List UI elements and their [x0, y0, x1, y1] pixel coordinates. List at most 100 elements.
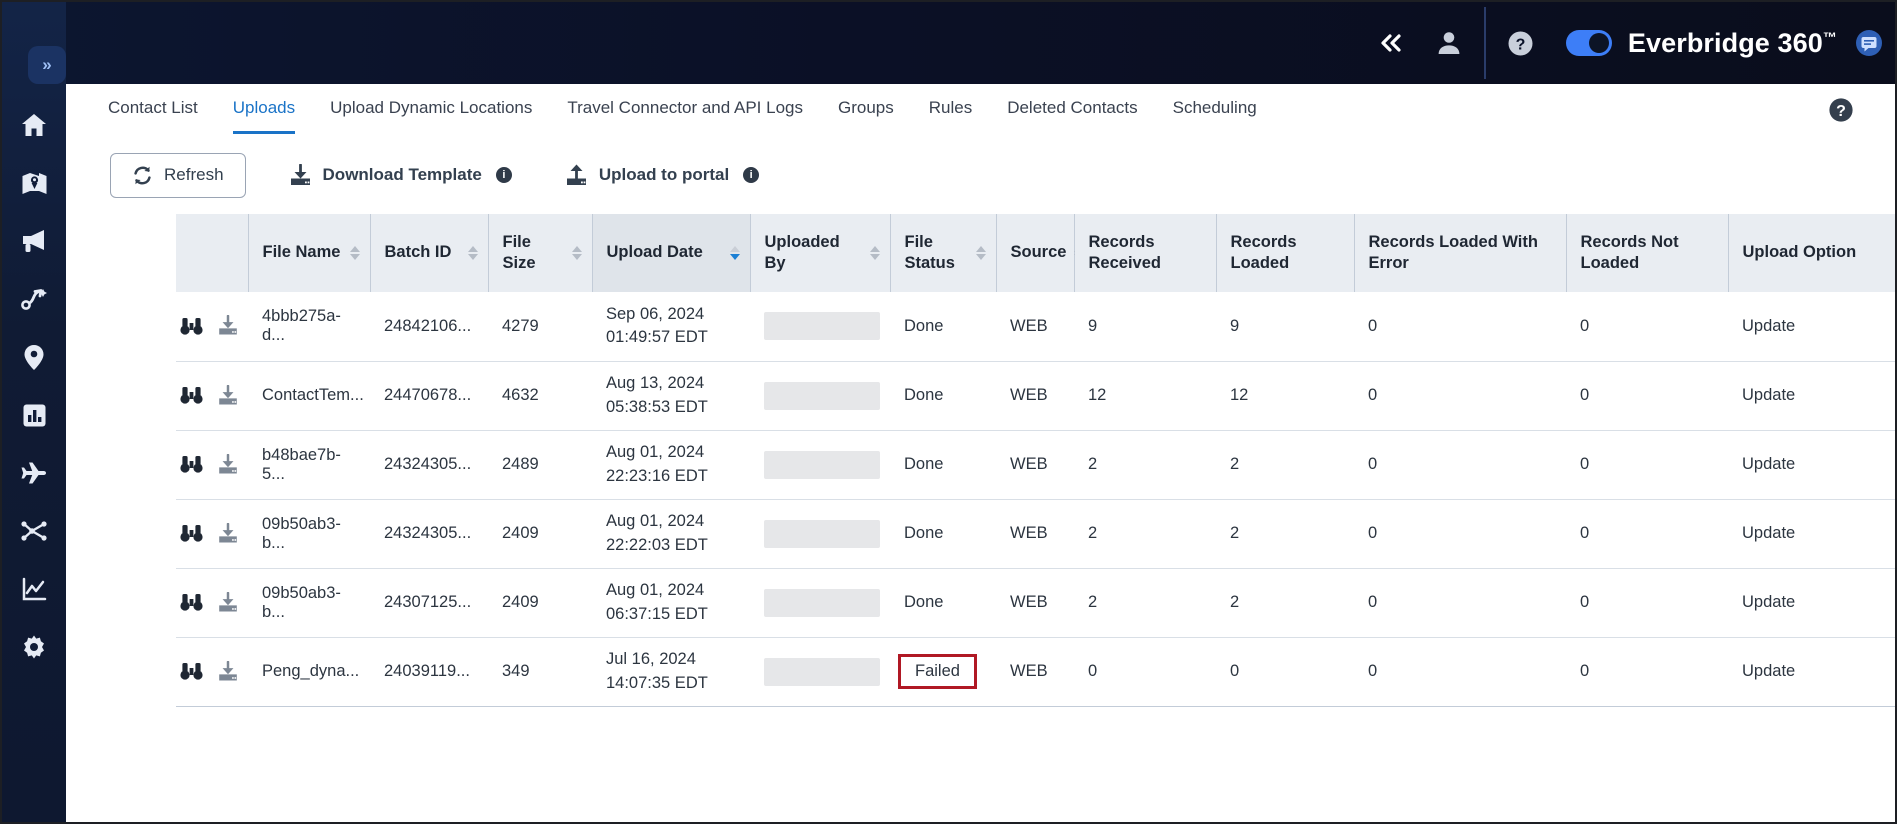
preview-binoculars-icon[interactable] [180, 386, 203, 405]
column-header-records-received: Records Received [1073, 214, 1216, 292]
gear-icon [21, 634, 47, 660]
tab-scheduling[interactable]: Scheduling [1173, 84, 1257, 134]
column-header-file-size[interactable]: File Size [487, 214, 592, 292]
sidebar-item-workflows[interactable] [12, 282, 56, 316]
download-file-icon[interactable] [217, 591, 239, 614]
tab-rules[interactable]: Rules [929, 84, 972, 134]
cell-file-name: 09b50ab3-b... [248, 499, 370, 569]
preview-binoculars-icon[interactable] [180, 524, 203, 543]
sort-toggle-file-name[interactable] [349, 245, 360, 260]
brand-trademark: ™ [1822, 28, 1837, 45]
download-file-icon[interactable] [217, 315, 239, 337]
table-row[interactable]: 09b50ab3-b... 24307125... 2409 Aug 01, 2024… [176, 568, 1895, 638]
left-sidebar: » [2, 2, 66, 822]
upload-date-time: 14:07:35 EDT [606, 673, 708, 692]
column-header-records-not-loaded: Records Not Loaded [1565, 214, 1728, 292]
upload-to-portal-info-icon[interactable]: i [743, 167, 760, 183]
sidebar-item-home[interactable] [12, 108, 56, 142]
sort-toggle-uploaded-by[interactable] [869, 246, 880, 260]
column-header-upload-date[interactable]: Upload Date [591, 214, 750, 292]
upload-date-time: 01:49:57 EDT [606, 328, 708, 347]
cell-file-name: 4bbb275a-d... [248, 292, 370, 362]
sidebar-item-analytics[interactable] [12, 572, 56, 606]
column-label-batch-id: Batch ID [384, 243, 452, 262]
table-row[interactable]: 09b50ab3-b... 24324305... 2409 Aug 01, 2024… [176, 499, 1895, 569]
cell-file-name: b48bae7b-5... [248, 430, 370, 500]
sidebar-item-notifications[interactable] [12, 224, 56, 258]
column-label-records-loaded-with-error: Records Loaded With Error [1368, 232, 1538, 272]
sidebar-item-map[interactable] [12, 166, 56, 200]
row-action-cell [176, 430, 248, 500]
uploads-table-container[interactable]: File Name Batch ID File Size Upload Date… [176, 214, 1895, 822]
column-header-batch-id[interactable]: Batch ID [369, 214, 488, 292]
column-header-upload-option[interactable]: Upload Option [1727, 214, 1895, 292]
cell-records-loaded: 0 [1216, 637, 1354, 707]
cell-uploaded-by [750, 361, 890, 431]
table-row[interactable]: ContactTem... 24470678... 4632 Aug 13, 2024… [176, 361, 1895, 431]
cell-upload-date: Aug 01, 2024 22:23:16 EDT [592, 430, 750, 500]
sort-toggle-batch-id[interactable] [467, 245, 478, 260]
uploaded-by-redacted-value [764, 519, 880, 548]
column-header-file-status[interactable]: File Status [889, 214, 996, 292]
preview-binoculars-icon[interactable] [180, 455, 203, 474]
sidebar-item-settings[interactable] [12, 630, 56, 664]
sidebar-item-travel[interactable] [12, 456, 56, 490]
preview-binoculars-icon[interactable] [180, 662, 203, 681]
cell-batch-id: 24324305... [370, 499, 488, 569]
preview-binoculars-icon[interactable] [180, 593, 203, 612]
download-file-icon[interactable] [217, 660, 239, 683]
row-action-cell [176, 568, 248, 638]
cell-source: WEB [996, 568, 1074, 638]
cell-file-status: Done [890, 499, 996, 569]
tab-uploads[interactable]: Uploads [232, 84, 296, 134]
user-account-icon[interactable] [1420, 2, 1478, 84]
tab-contact-list[interactable]: Contact List [108, 84, 198, 134]
svg-text:?: ? [1836, 103, 1846, 120]
double-chevron-left-icon[interactable] [1362, 2, 1420, 84]
refresh-button-label: Refresh [164, 165, 224, 184]
tab-deleted-contacts[interactable]: Deleted Contacts [1007, 84, 1137, 134]
download-template-button[interactable]: Download Template i [279, 153, 522, 198]
column-header-file-name[interactable]: File Name [247, 214, 370, 292]
sort-toggle-file-size[interactable] [571, 246, 582, 260]
sidebar-item-network[interactable] [12, 514, 56, 548]
table-row[interactable]: b48bae7b-5... 24324305... 2489 Aug 01, 2024… [176, 430, 1895, 500]
uploaded-by-redacted-value [764, 381, 880, 410]
help-circle-icon[interactable]: ? [1492, 2, 1550, 84]
uploaded-by-redacted-value [764, 312, 880, 341]
sidebar-expand-button[interactable]: » [28, 46, 66, 84]
download-template-info-icon[interactable]: i [495, 167, 512, 183]
map-location-icon [21, 170, 48, 196]
refresh-button[interactable]: Refresh [110, 152, 246, 198]
row-action-cell [176, 292, 248, 362]
cell-upload-date: Jul 16, 2024 14:07:35 EDT [592, 637, 750, 707]
sidebar-item-locations[interactable] [12, 340, 56, 374]
download-file-icon[interactable] [217, 384, 239, 407]
everbridge-360-toggle[interactable] [1565, 30, 1612, 56]
sort-toggle-upload-date[interactable] [729, 245, 740, 260]
tab-upload-dynamic-locations[interactable]: Upload Dynamic Locations [330, 84, 532, 134]
table-row[interactable]: Peng_dyna... 24039119... 349 Jul 16, 2024 14… [176, 637, 1895, 707]
chat-bubble-icon[interactable] [1855, 29, 1883, 57]
preview-binoculars-icon[interactable] [180, 317, 203, 336]
tab-travel-connector-and-api-logs[interactable]: Travel Connector and API Logs [567, 84, 803, 134]
sidebar-nav-list [2, 108, 66, 664]
tab-groups[interactable]: Groups [838, 84, 894, 134]
column-header-uploaded-by[interactable]: Uploaded By [749, 214, 890, 292]
workflow-branch-icon [20, 286, 48, 312]
sort-toggle-file-status[interactable] [975, 246, 986, 260]
column-header-records-loaded: Records Loaded [1215, 214, 1354, 292]
table-row[interactable]: 4bbb275a-d... 24842106... 4279 Sep 06, 2024… [176, 292, 1895, 362]
cell-upload-option: Update [1728, 430, 1895, 500]
upload-to-portal-button[interactable]: Upload to portal i [555, 153, 769, 198]
column-header-source[interactable]: Source [995, 214, 1085, 292]
download-file-icon[interactable] [217, 453, 239, 476]
download-file-icon[interactable] [217, 522, 239, 545]
row-action-cell [176, 637, 248, 707]
page-help-icon[interactable]: ? [1828, 97, 1854, 123]
upload-date-time: 22:22:03 EDT [606, 535, 708, 554]
app-window: ? Everbridge 360™ » Contact List Uploads… [0, 0, 1897, 824]
airplane-icon [20, 460, 48, 486]
sidebar-item-reports[interactable] [12, 398, 56, 432]
column-header-actions [176, 214, 248, 292]
